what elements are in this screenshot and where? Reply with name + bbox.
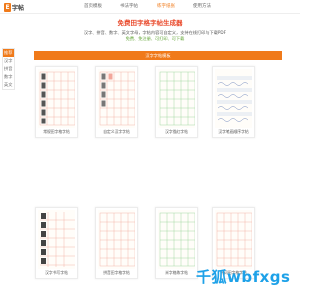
template-preview bbox=[158, 210, 195, 269]
nav-item-calligraphy[interactable]: 书法字帖 bbox=[120, 3, 138, 9]
template-preview bbox=[98, 69, 135, 128]
template-card-label: 常规田字格字帖 bbox=[43, 129, 70, 134]
page-title: 免费田字格字帖生成器 bbox=[117, 19, 183, 27]
logo-text: 字帖 bbox=[12, 4, 25, 12]
sidebar-item-pinyin[interactable]: 拼音 bbox=[3, 65, 14, 73]
template-card[interactable]: 自定义汉字字帖 bbox=[95, 66, 138, 138]
template-preview bbox=[38, 69, 75, 128]
sidebar-item-recommended[interactable]: 推荐 bbox=[3, 49, 14, 57]
template-card-label: 米字格练字帖 bbox=[165, 270, 188, 275]
template-preview bbox=[215, 210, 252, 269]
template-card[interactable]: 汉字书写字帖 bbox=[35, 207, 78, 279]
template-card-label: 汉字笔画顺序字帖 bbox=[218, 129, 249, 134]
template-preview bbox=[215, 69, 252, 128]
site-logo[interactable]: E 字帖 bbox=[4, 2, 30, 12]
logo-icon: E bbox=[4, 2, 11, 12]
watermark-text: 千狐wbfxgs bbox=[196, 268, 291, 286]
template-card[interactable]: 汉字描红字帖 bbox=[155, 66, 198, 138]
template-preview bbox=[98, 210, 135, 269]
stroke-grid-preview bbox=[40, 212, 75, 267]
template-preview bbox=[38, 210, 75, 269]
template-card[interactable]: 拼音田字格字帖 bbox=[95, 207, 138, 279]
nav-item-usage[interactable]: 使用方法 bbox=[193, 3, 211, 9]
tian-grid-preview bbox=[99, 71, 135, 126]
top-navigation-bar: E 字帖 首页模板 书法字帖 练字纸张 使用方法 bbox=[0, 0, 300, 14]
tian-grid-preview bbox=[99, 212, 135, 267]
pinyin-grid-preview bbox=[217, 76, 252, 122]
template-card-label: 汉字描红字帖 bbox=[165, 129, 188, 134]
category-sidebar: 推荐 汉字 拼音 数字 英文 bbox=[2, 48, 15, 90]
feature-tags: 免费、免注册、可打印、可下载 bbox=[125, 36, 185, 41]
template-card[interactable]: 常规田字格字帖 bbox=[35, 66, 78, 138]
nav-item-practice-paper[interactable]: 练字纸张 bbox=[157, 3, 175, 9]
template-card-label: 拼音田字格字帖 bbox=[103, 270, 130, 275]
template-preview bbox=[158, 69, 195, 128]
tian-grid-preview bbox=[216, 212, 252, 267]
section-header: 汉字字帖模板 bbox=[34, 51, 282, 60]
sidebar-item-hanzi[interactable]: 汉字 bbox=[3, 57, 14, 65]
green-grid-preview bbox=[159, 212, 195, 267]
template-card[interactable]: 米字格练字帖 bbox=[155, 207, 198, 279]
tian-grid-preview bbox=[39, 71, 75, 126]
template-card-label: 汉字书写字帖 bbox=[45, 270, 68, 275]
sidebar-item-number[interactable]: 数字 bbox=[3, 73, 14, 81]
template-card-label: 自定义汉字字帖 bbox=[103, 129, 130, 134]
nav-item-templates[interactable]: 首页模板 bbox=[84, 3, 102, 9]
template-card[interactable]: 汉字笔画顺序字帖 bbox=[212, 66, 255, 138]
green-grid-preview bbox=[159, 71, 195, 126]
sidebar-item-english[interactable]: 英文 bbox=[3, 81, 14, 89]
